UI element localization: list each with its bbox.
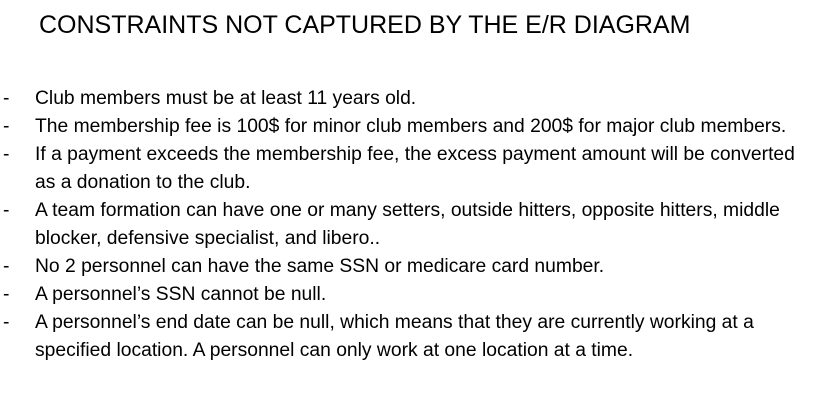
- bullet-dash: -: [3, 312, 10, 333]
- bullet-dash: -: [3, 116, 10, 137]
- constraint-text: A team formation can have one or many se…: [35, 200, 780, 249]
- constraint-text: A personnel’s SSN cannot be null.: [35, 284, 327, 305]
- constraint-item: - Club members must be at least 11 years…: [0, 85, 828, 113]
- bullet-dash: -: [3, 256, 10, 277]
- bullet-dash: -: [3, 284, 10, 305]
- constraints-list: - Club members must be at least 11 years…: [0, 85, 828, 365]
- constraint-item: - If a payment exceeds the membership fe…: [0, 141, 828, 197]
- page-title: CONSTRAINTS NOT CAPTURED BY THE E/R DIAG…: [39, 11, 691, 39]
- constraint-text: If a payment exceeds the membership fee,…: [35, 144, 795, 193]
- bullet-dash: -: [3, 200, 10, 221]
- constraint-item: - A personnel’s end date can be null, wh…: [0, 309, 828, 365]
- constraint-item: - A personnel’s SSN cannot be null.: [0, 281, 828, 309]
- constraint-text: No 2 personnel can have the same SSN or …: [35, 256, 605, 277]
- constraint-item: - No 2 personnel can have the same SSN o…: [0, 253, 828, 281]
- constraint-item: - A team formation can have one or many …: [0, 197, 828, 253]
- constraint-item: - The membership fee is 100$ for minor c…: [0, 113, 828, 141]
- bullet-dash: -: [3, 144, 10, 165]
- document-page: CONSTRAINTS NOT CAPTURED BY THE E/R DIAG…: [0, 0, 828, 406]
- constraint-text: A personnel’s end date can be null, whic…: [35, 312, 754, 361]
- constraint-text: The membership fee is 100$ for minor clu…: [35, 116, 787, 137]
- constraint-text: Club members must be at least 11 years o…: [35, 88, 417, 109]
- bullet-dash: -: [3, 88, 10, 109]
